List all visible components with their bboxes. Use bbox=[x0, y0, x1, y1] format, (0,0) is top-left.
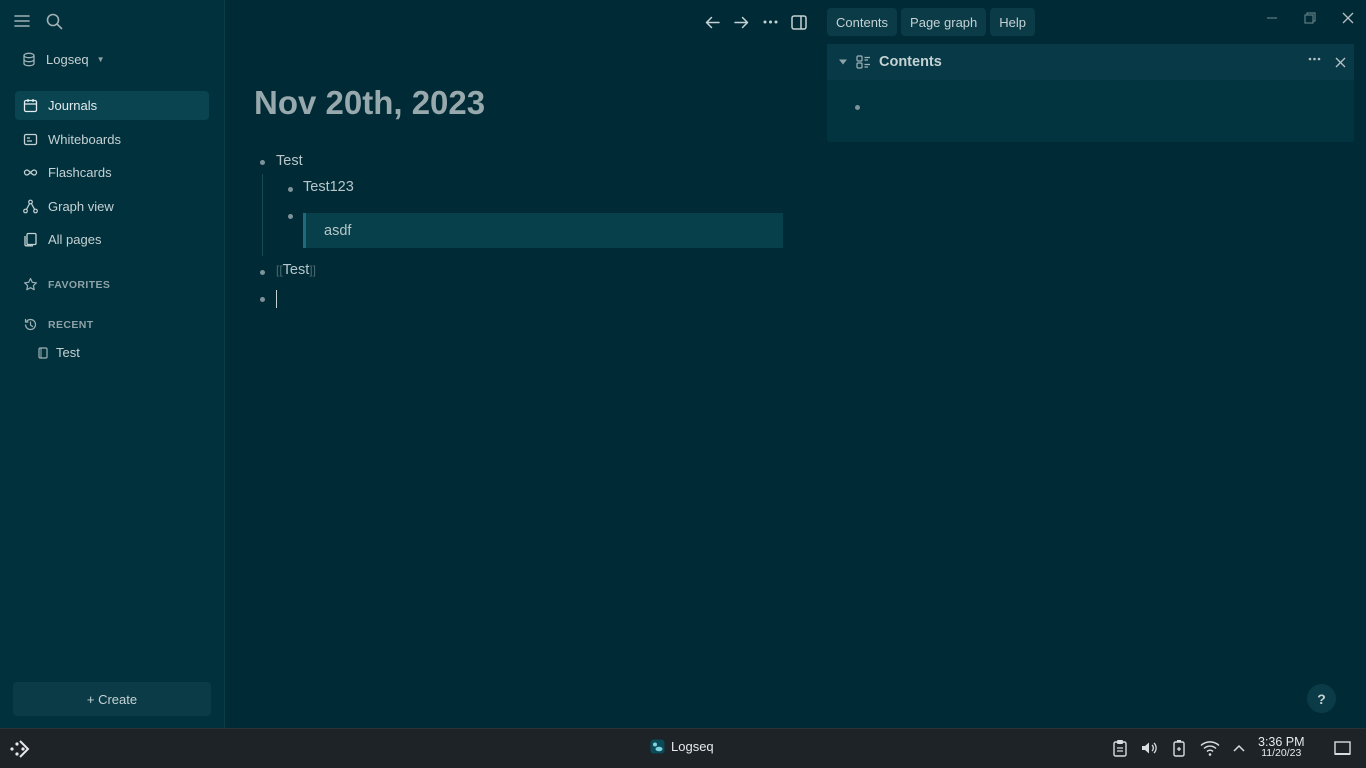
page-title[interactable]: Nov 20th, 2023 bbox=[254, 84, 485, 122]
close-icon[interactable] bbox=[1335, 57, 1346, 68]
sidebar-item-label: Graph view bbox=[48, 198, 114, 214]
block-bullet[interactable] bbox=[260, 160, 265, 165]
block-quote[interactable]: asdf bbox=[303, 213, 783, 248]
block-bullet[interactable] bbox=[260, 270, 265, 275]
sidebar-item-flashcards[interactable]: Flashcards bbox=[15, 158, 209, 187]
sidebar-item-label: Flashcards bbox=[48, 165, 112, 180]
contents-panel-title: Contents bbox=[879, 54, 942, 70]
sidebar-item-label: Journals bbox=[48, 98, 98, 113]
toolbar bbox=[702, 12, 809, 32]
minimize-icon[interactable] bbox=[1266, 12, 1278, 24]
battery-icon[interactable] bbox=[1170, 739, 1188, 757]
empty-block-bullet[interactable] bbox=[855, 105, 860, 110]
sidebar-item-all-pages[interactable]: All pages bbox=[15, 225, 209, 254]
star-icon bbox=[23, 277, 38, 292]
contents-panel-header[interactable]: Contents bbox=[827, 44, 1354, 80]
infinity-icon bbox=[23, 165, 38, 180]
clipboard-icon[interactable] bbox=[1112, 739, 1128, 757]
right-sidebar-tabs: Contents Page graph Help bbox=[827, 8, 1036, 36]
block-bullet[interactable] bbox=[288, 214, 293, 219]
search-icon[interactable] bbox=[44, 11, 64, 31]
close-icon[interactable] bbox=[1342, 12, 1354, 24]
contents-panel: Contents bbox=[827, 44, 1354, 142]
os-taskbar: Logseq 3:36 PM 11/20/23 bbox=[0, 728, 1366, 768]
show-desktop-icon[interactable] bbox=[1334, 740, 1351, 757]
menu-icon[interactable] bbox=[12, 11, 32, 31]
page-reference-label: Test bbox=[282, 262, 310, 278]
more-icon[interactable] bbox=[1308, 57, 1321, 68]
recent-item-test[interactable]: Test bbox=[38, 345, 80, 360]
contents-icon bbox=[856, 55, 871, 69]
sidebar-item-journals[interactable]: Journals bbox=[15, 91, 209, 120]
restore-icon[interactable] bbox=[1304, 12, 1316, 24]
logseq-app-icon bbox=[650, 739, 665, 754]
window-controls bbox=[1266, 12, 1354, 24]
block-bullet[interactable] bbox=[288, 187, 293, 192]
favorites-label: FAVORITES bbox=[48, 278, 111, 291]
page-icon bbox=[38, 346, 48, 359]
left-sidebar: Logseq ▼ Journals Whiteboards Flashcards bbox=[0, 0, 225, 728]
create-button[interactable]: + Create bbox=[13, 682, 211, 716]
bracket-close-icon: ]] bbox=[309, 263, 316, 277]
sidebar-item-graph-view[interactable]: Graph view bbox=[15, 192, 209, 221]
volume-icon[interactable] bbox=[1140, 739, 1158, 757]
tab-page-graph[interactable]: Page graph bbox=[901, 8, 987, 36]
system-tray bbox=[1112, 739, 1246, 757]
whiteboard-icon bbox=[23, 132, 38, 147]
app-launcher-icon[interactable] bbox=[9, 737, 33, 761]
taskbar-app-logseq[interactable]: Logseq bbox=[650, 739, 714, 754]
help-button[interactable]: ? bbox=[1307, 684, 1336, 713]
arrow-left-icon[interactable] bbox=[702, 12, 722, 32]
taskbar-app-label: Logseq bbox=[671, 739, 714, 754]
graph-icon bbox=[23, 199, 38, 214]
block-text[interactable]: Test123 bbox=[303, 179, 354, 195]
tab-contents[interactable]: Contents bbox=[827, 8, 898, 36]
collapse-triangle-icon[interactable] bbox=[838, 58, 848, 66]
favorites-header[interactable]: FAVORITES bbox=[23, 277, 110, 292]
wifi-icon[interactable] bbox=[1200, 739, 1220, 757]
recent-item-label: Test bbox=[56, 345, 80, 360]
sidebar-item-whiteboards[interactable]: Whiteboards bbox=[15, 125, 209, 154]
recent-label: RECENT bbox=[48, 318, 94, 331]
arrow-right-icon[interactable] bbox=[731, 12, 751, 32]
chevron-up-icon[interactable] bbox=[1232, 739, 1246, 757]
graph-selector[interactable]: Logseq ▼ bbox=[22, 52, 105, 67]
recent-header[interactable]: RECENT bbox=[23, 317, 94, 332]
quote-text: asdf bbox=[324, 222, 352, 239]
sidebar-item-label: Whiteboards bbox=[48, 131, 121, 147]
taskbar-clock[interactable]: 3:36 PM 11/20/23 bbox=[1258, 736, 1305, 759]
clock-date: 11/20/23 bbox=[1261, 747, 1302, 759]
pages-icon bbox=[23, 232, 38, 247]
toggle-right-sidebar-icon[interactable] bbox=[789, 12, 809, 32]
graph-name: Logseq bbox=[46, 52, 89, 67]
calendar-icon bbox=[23, 98, 38, 113]
editing-block-caret[interactable] bbox=[276, 290, 277, 308]
page-reference[interactable]: [[Test]] bbox=[276, 262, 316, 278]
block-guide-line bbox=[262, 174, 263, 256]
sidebar-item-label: All pages bbox=[48, 232, 102, 247]
chevron-down-icon: ▼ bbox=[96, 55, 105, 64]
database-icon bbox=[22, 52, 36, 67]
tab-help[interactable]: Help bbox=[990, 8, 1036, 36]
block-bullet[interactable] bbox=[260, 297, 265, 302]
block-text[interactable]: Test bbox=[276, 153, 303, 169]
more-icon[interactable] bbox=[760, 12, 780, 32]
bracket-open-icon: [[ bbox=[276, 263, 283, 277]
history-icon bbox=[23, 317, 38, 332]
